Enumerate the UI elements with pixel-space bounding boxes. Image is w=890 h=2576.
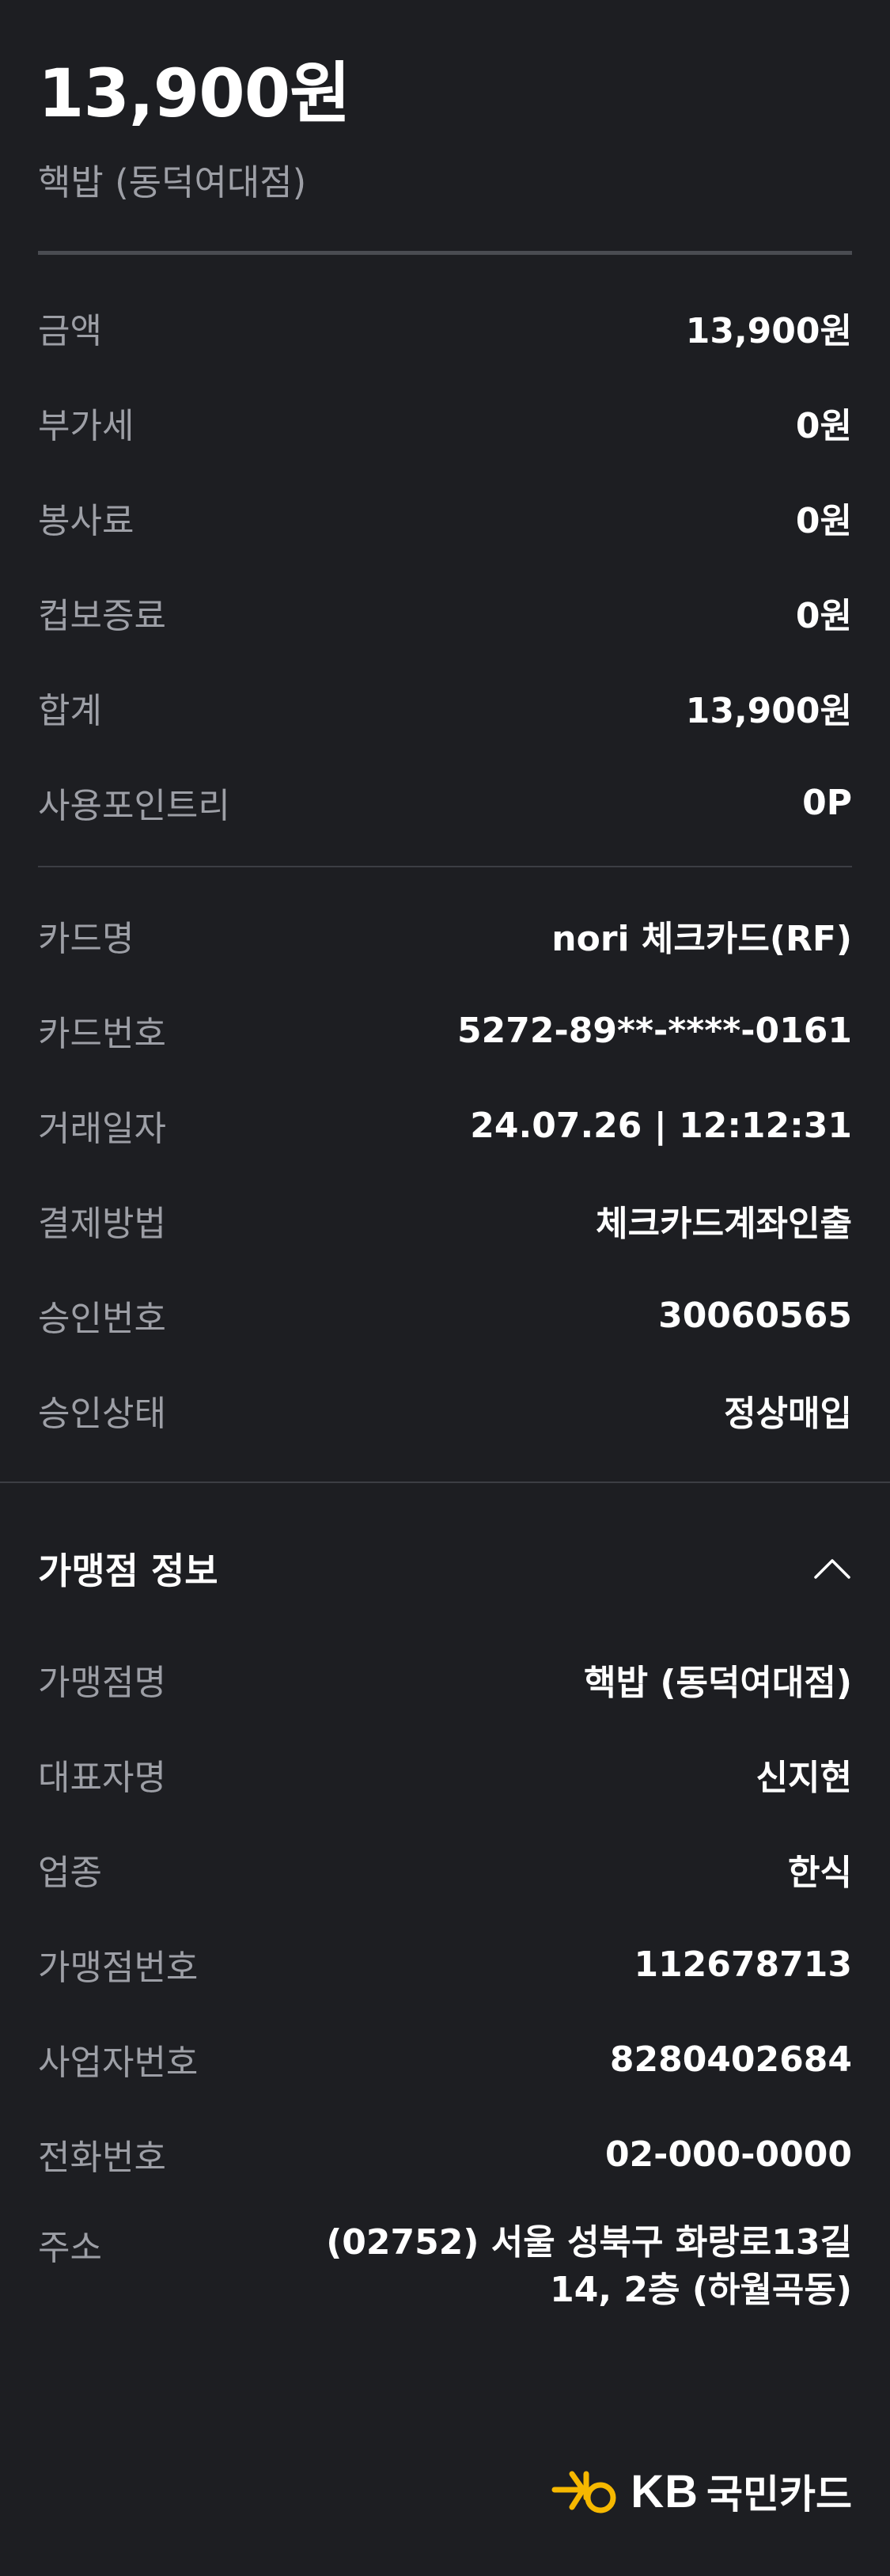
service-fee-row: 봉사료 0원: [38, 470, 852, 565]
row-value: 5272-89**-****-0161: [457, 1010, 852, 1051]
row-label: 부가세: [38, 406, 134, 447]
row-value: 0원: [795, 406, 852, 447]
row-value: 체크카드계좌인출: [596, 1204, 852, 1245]
row-value: 30060565: [658, 1295, 852, 1336]
approval-number-row: 승인번호 30060565: [38, 1268, 852, 1363]
row-label: 봉사료: [38, 501, 134, 542]
representative-row: 대표자명 신지현: [38, 1727, 852, 1822]
merchant-info-header[interactable]: 가맹점 정보: [38, 1545, 852, 1592]
row-label: 승인상태: [38, 1394, 166, 1435]
address-row: 주소 (02752) 서울 성북구 화랑로13길 14, 2층 (하월곡동): [38, 2202, 852, 2313]
row-value: 112678713: [634, 1944, 852, 1985]
merchant-info-section: 가맹점명 핵밥 (동덕여대점) 대표자명 신지현 업종 한식 가맹점번호 1126787…: [38, 1632, 852, 2313]
row-label: 업종: [38, 1853, 102, 1894]
row-value: 8280402684: [609, 2039, 852, 2080]
business-type-row: 업종 한식: [38, 1822, 852, 1917]
card-number-row: 카드번호 5272-89**-****-0161: [38, 983, 852, 1078]
row-value: 정상매입: [724, 1394, 852, 1435]
merchant-info-title: 가맹점 정보: [38, 1550, 218, 1593]
merchant-name-subtitle: 핵밥 (동덕여대점): [38, 161, 307, 204]
vat-row: 부가세 0원: [38, 375, 852, 470]
row-label: 카드번호: [38, 1014, 166, 1055]
row-label: 주소: [38, 2228, 102, 2269]
row-label: 가맹점명: [38, 1663, 166, 1704]
row-value: 24.07.26 | 12:12:31: [470, 1105, 852, 1146]
row-value: 0원: [795, 596, 852, 637]
row-value: 0원: [795, 501, 852, 542]
sum-row: 합계 13,900원: [38, 660, 852, 755]
row-label: 합계: [38, 691, 102, 732]
kb-star-icon: [551, 2471, 616, 2513]
row-label: 사용포인트리: [38, 786, 230, 827]
row-label: 결제방법: [38, 1204, 166, 1245]
address-line-2: 14, 2층 (하월곡동): [550, 2269, 852, 2310]
chevron-up-icon[interactable]: [812, 1557, 852, 1580]
phone-row: 전화번호 02-000-0000: [38, 2107, 852, 2202]
amount-row: 금액 13,900원: [38, 280, 852, 375]
row-value: 한식: [788, 1853, 852, 1894]
row-value: 신지현: [756, 1758, 852, 1799]
row-value: 0P: [802, 782, 852, 823]
section-divider: [0, 1481, 890, 1484]
kb-kookmin-card-logo: KB 국민카드: [551, 2463, 852, 2520]
business-number-row: 사업자번호 8280402684: [38, 2012, 852, 2107]
row-label: 컵보증료: [38, 596, 166, 637]
row-value: 13,900원: [685, 311, 852, 352]
points-row: 사용포인트리 0P: [38, 755, 852, 850]
payment-method-row: 결제방법 체크카드계좌인출: [38, 1173, 852, 1268]
row-label: 금액: [38, 311, 102, 352]
total-amount: 13,900원: [38, 55, 350, 132]
approval-status-row: 승인상태 정상매입: [38, 1363, 852, 1458]
row-label: 대표자명: [38, 1758, 166, 1799]
row-value: 13,900원: [685, 691, 852, 732]
row-label: 카드명: [38, 919, 134, 960]
row-label: 사업자번호: [38, 2043, 199, 2084]
merchant-name-row: 가맹점명 핵밥 (동덕여대점): [38, 1632, 852, 1727]
card-section: 카드명 nori 체크카드(RF) 카드번호 5272-89**-****-0161…: [38, 867, 852, 1458]
address-value: (02752) 서울 성북구 화랑로13길 14, 2층 (하월곡동): [326, 2219, 852, 2313]
address-line-1: (02752) 서울 성북구 화랑로13길: [326, 2222, 852, 2263]
amount-section: 금액 13,900원 부가세 0원 봉사료 0원 컵보증료 0원 합계 13,900원 사…: [38, 255, 852, 850]
logo-kb-text: KB: [631, 2465, 699, 2517]
merchant-number-row: 가맹점번호 112678713: [38, 1917, 852, 2012]
row-value: 핵밥 (동덕여대점): [584, 1663, 852, 1704]
logo-name-text: 국민카드: [706, 2472, 852, 2517]
card-name-row: 카드명 nori 체크카드(RF): [38, 888, 852, 983]
row-label: 가맹점번호: [38, 1948, 199, 1989]
row-value: nori 체크카드(RF): [551, 919, 852, 960]
row-label: 승인번호: [38, 1299, 166, 1340]
row-value: 02-000-0000: [604, 2134, 852, 2175]
row-label: 거래일자: [38, 1109, 166, 1150]
cup-deposit-row: 컵보증료 0원: [38, 565, 852, 660]
row-label: 전화번호: [38, 2138, 166, 2179]
transaction-date-row: 거래일자 24.07.26 | 12:12:31: [38, 1078, 852, 1173]
